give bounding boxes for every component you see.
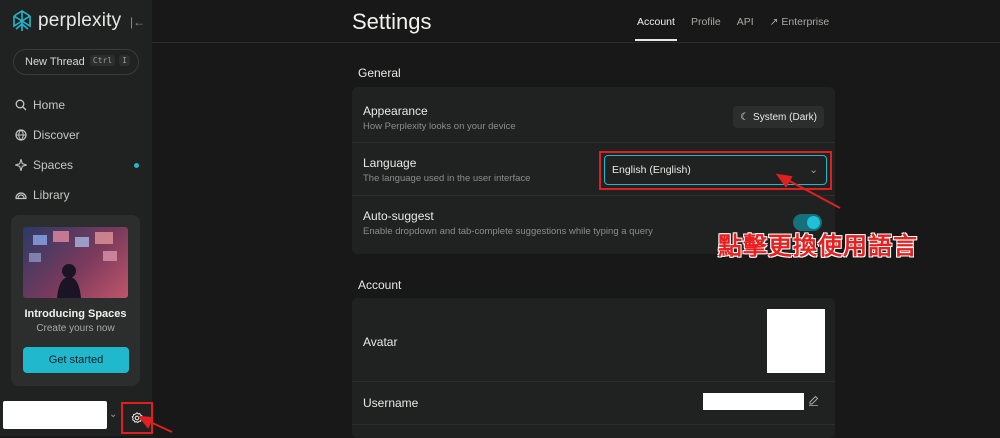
perplexity-logo-icon — [13, 10, 31, 31]
username-row: Username — [363, 396, 418, 410]
appearance-desc: How Perplexity looks on your device — [363, 121, 516, 132]
appearance-row: Appearance How Perplexity looks on your … — [363, 104, 516, 132]
chevron-down-icon: ⌄ — [809, 164, 818, 176]
chevron-down-icon[interactable]: ⌄ — [109, 409, 117, 420]
language-select[interactable]: English (English) ⌄ — [604, 155, 827, 185]
header-divider — [152, 42, 1000, 43]
tab-enterprise[interactable]: ↗ Enterprise — [770, 16, 830, 41]
promo-subtitle: Create yours now — [36, 323, 115, 334]
gear-icon — [131, 412, 143, 424]
avatar-row: Avatar — [363, 335, 397, 349]
row-divider — [352, 424, 835, 425]
search-icon — [15, 99, 27, 111]
sidebar-item-library[interactable]: Library — [15, 180, 139, 210]
autosuggest-title: Auto-suggest — [363, 209, 434, 223]
avatar-label: Avatar — [363, 335, 398, 349]
appearance-title: Appearance — [363, 104, 428, 118]
user-account-redacted[interactable] — [3, 401, 107, 429]
row-divider — [352, 381, 835, 382]
collapse-sidebar-icon[interactable]: |← — [130, 15, 145, 29]
language-row: Language The language used in the user i… — [363, 156, 530, 184]
row-divider — [352, 195, 835, 196]
tab-api[interactable]: API — [737, 16, 754, 41]
edit-icon[interactable] — [808, 395, 819, 406]
sidebar-item-home[interactable]: Home — [15, 90, 139, 120]
sidebar-item-label: Discover — [33, 128, 80, 142]
get-started-button[interactable]: Get started — [23, 347, 129, 373]
tab-account[interactable]: Account — [635, 16, 677, 41]
page-title: Settings — [352, 9, 432, 34]
spaces-promo-card: Introducing Spaces Create yours now Get … — [11, 215, 140, 386]
promo-illustration — [29, 231, 117, 298]
sidebar: perplexity |← New Thread Ctrl I Home Dis… — [0, 0, 153, 436]
new-thread-button[interactable]: New Thread Ctrl I — [13, 49, 139, 75]
sidebar-item-label: Library — [33, 188, 70, 202]
globe-icon — [15, 129, 27, 141]
row-divider — [352, 142, 835, 143]
new-thread-label: New Thread — [25, 56, 85, 68]
new-indicator-dot — [134, 163, 139, 168]
sidebar-nav: Home Discover Spaces Library — [15, 90, 139, 210]
sidebar-item-spaces[interactable]: Spaces — [15, 150, 139, 180]
kbd-i: I — [119, 55, 130, 66]
library-icon — [15, 192, 27, 200]
language-value: English (English) — [612, 164, 691, 176]
new-thread-shortcut: Ctrl I — [89, 55, 130, 66]
brand-name: perplexity — [38, 10, 122, 31]
settings-tabs: Account Profile API ↗ Enterprise — [635, 16, 830, 41]
appearance-theme-button[interactable]: ☾ System (Dark) — [733, 106, 824, 128]
tab-profile[interactable]: Profile — [691, 16, 721, 41]
spaces-promo-image — [23, 227, 128, 298]
sidebar-item-label: Spaces — [33, 158, 74, 172]
general-section-title: General — [358, 66, 401, 80]
settings-button[interactable] — [121, 402, 153, 434]
annotation-text: 點擊更換使用語言 — [718, 232, 918, 260]
language-title: Language — [363, 156, 417, 170]
appearance-value: System (Dark) — [753, 111, 817, 123]
autosuggest-row: Auto-suggest Enable dropdown and tab-com… — [363, 209, 653, 237]
kbd-ctrl: Ctrl — [89, 55, 116, 66]
moon-icon: ☾ — [740, 111, 750, 123]
username-label: Username — [363, 396, 419, 410]
perplexity-logo[interactable]: perplexity — [12, 10, 121, 32]
account-settings-card: Avatar Username — [352, 298, 835, 438]
spaces-icon — [15, 159, 27, 171]
promo-title: Introducing Spaces — [24, 308, 127, 320]
avatar[interactable] — [767, 309, 825, 373]
sidebar-item-label: Home — [33, 98, 66, 112]
autosuggest-desc: Enable dropdown and tab-complete suggest… — [363, 226, 653, 237]
language-desc: The language used in the user interface — [363, 173, 531, 184]
sidebar-item-discover[interactable]: Discover — [15, 120, 139, 150]
account-section-title: Account — [358, 278, 402, 292]
username-value-redacted — [703, 393, 804, 410]
